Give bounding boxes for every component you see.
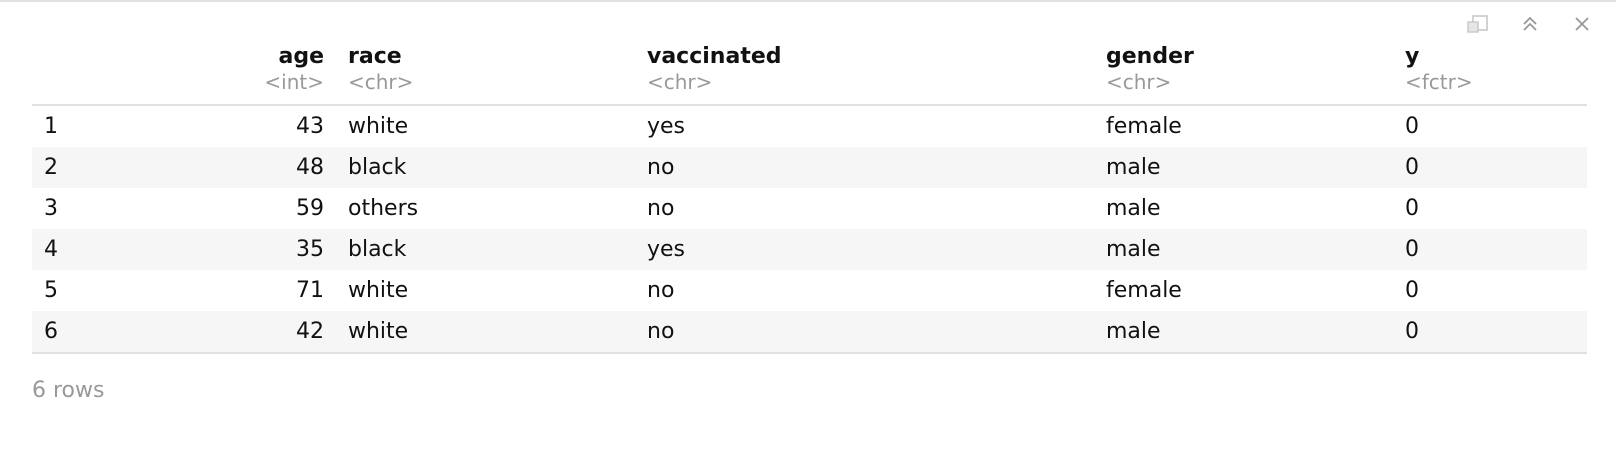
- cell-y: 0: [1405, 196, 1419, 221]
- cell-y: 0: [1405, 155, 1419, 180]
- row-index: 5: [44, 278, 58, 303]
- table-row: 1 43 white yes female 0: [32, 105, 1587, 147]
- data-frame-output: age <int> race <chr> vaccinated <chr> ge…: [32, 40, 1587, 354]
- column-type: <int>: [264, 70, 324, 94]
- output-toolbar: [1466, 12, 1594, 36]
- cell-race: others: [348, 196, 419, 221]
- cell-y: 0: [1393, 311, 1587, 354]
- table-row: 5 71 white no female 0: [32, 270, 1587, 311]
- cell-gender: male: [1106, 237, 1161, 262]
- export-to-window-button[interactable]: [1466, 12, 1490, 36]
- cell-gender: male: [1094, 311, 1393, 354]
- column-header-y[interactable]: y <fctr>: [1393, 40, 1587, 106]
- column-name: age: [278, 44, 324, 69]
- column-name: gender: [1106, 44, 1194, 69]
- cell-age: 42: [92, 311, 336, 354]
- cell-y: 0: [1405, 237, 1419, 262]
- cell-vaccinated: no: [635, 311, 1094, 354]
- column-header-vaccinated[interactable]: vaccinated <chr>: [635, 40, 1094, 106]
- cell-race: black: [348, 155, 407, 180]
- column-name: y: [1405, 44, 1420, 69]
- collapse-output-button[interactable]: [1518, 12, 1542, 36]
- column-header-index: [32, 40, 92, 106]
- data-table: age <int> race <chr> vaccinated <chr> ge…: [32, 40, 1587, 354]
- column-header-gender[interactable]: gender <chr>: [1094, 40, 1393, 106]
- export-to-window-icon: [1467, 15, 1488, 33]
- row-index: 3: [44, 196, 58, 221]
- cell-gender: female: [1106, 278, 1182, 303]
- column-type: <chr>: [1106, 70, 1172, 94]
- cell-age: 48: [296, 155, 324, 180]
- close-icon: [1575, 17, 1589, 31]
- table-row: 3 59 others no male 0: [32, 188, 1587, 229]
- table-row: 2 48 black no male 0: [32, 147, 1587, 188]
- header-row: age <int> race <chr> vaccinated <chr> ge…: [32, 40, 1587, 106]
- row-index: 2: [44, 155, 58, 180]
- cell-age: 43: [296, 114, 324, 139]
- cell-age: 59: [296, 196, 324, 221]
- cell-race: white: [348, 278, 409, 303]
- cell-age: 35: [296, 237, 324, 262]
- row-index: 1: [44, 114, 58, 139]
- cell-vaccinated: no: [647, 278, 675, 303]
- column-type: <chr>: [348, 70, 414, 94]
- top-border: [0, 0, 1616, 2]
- column-header-age[interactable]: age <int>: [92, 40, 336, 106]
- column-type: <chr>: [647, 70, 713, 94]
- row-count-label: 6 rows: [32, 378, 105, 403]
- cell-vaccinated: yes: [647, 237, 686, 262]
- cell-race: black: [348, 237, 407, 262]
- cell-vaccinated: yes: [647, 114, 686, 139]
- column-name: vaccinated: [647, 44, 782, 69]
- column-type: <fctr>: [1405, 70, 1473, 94]
- column-name: race: [348, 44, 402, 69]
- column-header-race[interactable]: race <chr>: [336, 40, 635, 106]
- cell-vaccinated: no: [647, 155, 675, 180]
- row-index: 6: [32, 311, 92, 354]
- table-row: 6 42 white no male 0: [32, 311, 1587, 354]
- close-output-button[interactable]: [1570, 12, 1594, 36]
- cell-y: 0: [1405, 114, 1419, 139]
- cell-race: white: [348, 114, 409, 139]
- cell-race: white: [336, 311, 635, 354]
- table-row: 4 35 black yes male 0: [32, 229, 1587, 270]
- cell-vaccinated: no: [647, 196, 675, 221]
- cell-y: 0: [1405, 278, 1419, 303]
- cell-age: 71: [296, 278, 324, 303]
- collapse-up-icon: [1523, 16, 1537, 31]
- row-index: 4: [44, 237, 58, 262]
- cell-gender: male: [1106, 196, 1161, 221]
- cell-gender: male: [1106, 155, 1161, 180]
- cell-gender: female: [1106, 114, 1182, 139]
